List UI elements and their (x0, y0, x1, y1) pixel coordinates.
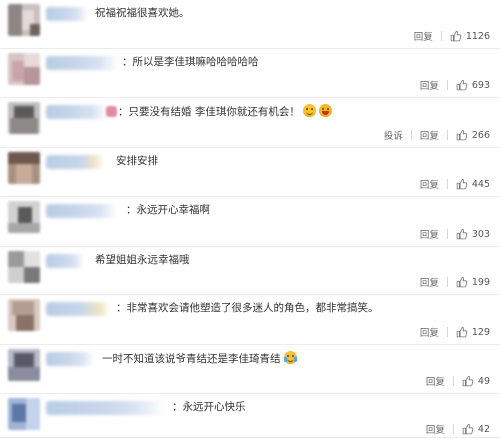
username-blurred[interactable] (46, 401, 164, 415)
divider (440, 31, 442, 41)
comment-text: 一时不知道该说爷青结还是李佳琦青结 (102, 351, 297, 366)
username-blurred[interactable] (46, 254, 84, 268)
reply-button[interactable]: 回复 (426, 374, 445, 388)
comment-actions: 回复 303 (420, 227, 490, 242)
comment-text: 希望姐姐永远幸福哦 (95, 254, 190, 266)
user-badge-icon (106, 106, 117, 117)
username-blurred[interactable] (46, 155, 104, 169)
comment-item: ：永远开心快乐 回复 42 (0, 394, 500, 438)
comment-text: ：只要没有结婚 李佳琪你就还有机会！ (118, 104, 332, 119)
comment-text: 祝福祝福很喜欢她。 (95, 7, 190, 19)
comment-list: 祝福祝福很喜欢她。 回复 1126 ：所以是李佳琪嘛哈哈哈哈哈 回复 693 ：… (0, 0, 500, 438)
username-blurred[interactable] (46, 352, 94, 366)
report-button[interactable]: 投诉 (384, 128, 403, 142)
reply-button[interactable]: 回复 (420, 177, 439, 191)
comment-item: 祝福祝福很喜欢她。 回复 1126 (0, 0, 500, 49)
user-avatar[interactable] (8, 251, 40, 283)
comment-text: ：永远开心幸福啊 (126, 204, 210, 216)
thumbs-up-icon (456, 229, 468, 240)
user-avatar[interactable] (8, 4, 40, 36)
like-button[interactable]: 42 (462, 423, 490, 435)
divider (446, 80, 448, 90)
like-button[interactable]: 1126 (450, 30, 490, 42)
comment-actions: 回复 42 (426, 422, 490, 437)
user-avatar[interactable] (8, 102, 40, 134)
divider (452, 424, 454, 434)
like-button[interactable]: 445 (456, 178, 490, 190)
like-count: 42 (477, 423, 490, 435)
divider (446, 179, 448, 189)
like-count: 1126 (465, 30, 490, 42)
smile-emoji-icon (302, 104, 316, 117)
user-avatar[interactable] (8, 349, 40, 381)
divider (446, 130, 448, 140)
divider (446, 277, 448, 287)
username-blurred[interactable] (46, 105, 108, 119)
thumbs-up-icon (456, 130, 468, 141)
like-count: 303 (471, 228, 490, 240)
user-avatar[interactable] (8, 201, 40, 233)
thumbs-up-icon (450, 31, 462, 42)
comment-actions: 回复 129 (420, 325, 490, 340)
like-count: 266 (471, 129, 490, 141)
reply-button[interactable]: 回复 (420, 227, 439, 241)
thumbs-up-icon (456, 80, 468, 91)
comment-text: 安排安排 (116, 155, 158, 167)
comment-item: 希望姐姐永远幸福哦 回复 199 (0, 247, 500, 295)
like-button[interactable]: 199 (456, 276, 490, 288)
username-blurred[interactable] (46, 204, 118, 218)
comment-text: ：所以是李佳琪嘛哈哈哈哈哈 (122, 56, 259, 68)
comment-text-content: 一时不知道该说爷青结还是李佳琦青结 (102, 353, 281, 365)
reply-button[interactable]: 回复 (420, 78, 439, 92)
like-count: 129 (471, 326, 490, 338)
comment-actions: 回复 1126 (414, 29, 490, 44)
username-blurred[interactable] (46, 7, 88, 21)
like-button[interactable]: 49 (462, 375, 490, 387)
comment-actions: 投诉 回复 266 (384, 128, 490, 143)
comment-actions: 回复 199 (420, 275, 490, 290)
thumbs-up-icon (456, 327, 468, 338)
comment-text: ：永远开心快乐 (172, 401, 246, 413)
laugh-emoji-icon (318, 104, 332, 117)
divider (446, 327, 448, 337)
tears-of-joy-emoji-icon (283, 351, 297, 364)
reply-button[interactable]: 回复 (414, 29, 433, 43)
comment-item: 一时不知道该说爷青结还是李佳琦青结 回复 49 (0, 345, 500, 394)
comment-actions: 回复 49 (426, 374, 490, 389)
comment-item: ：永远开心幸福啊 回复 303 (0, 197, 500, 247)
comment-actions: 回复 693 (420, 78, 490, 93)
username-blurred[interactable] (46, 56, 118, 70)
username-blurred[interactable] (46, 302, 110, 316)
comment-item: ：所以是李佳琪嘛哈哈哈哈哈 回复 693 (0, 49, 500, 98)
thumbs-up-icon (462, 424, 474, 435)
divider (452, 376, 454, 386)
user-avatar[interactable] (8, 152, 40, 184)
like-button[interactable]: 266 (456, 129, 490, 141)
comment-item: 安排安排 回复 445 (0, 148, 500, 197)
comment-text: ：非常喜欢会请他塑造了很多迷人的角色，都非常搞笑。 (116, 302, 379, 314)
divider (446, 229, 448, 239)
reply-button[interactable]: 回复 (420, 325, 439, 339)
like-button[interactable]: 129 (456, 326, 490, 338)
reply-button[interactable]: 回复 (420, 128, 439, 142)
thumbs-up-icon (456, 277, 468, 288)
comment-item: ：只要没有结婚 李佳琪你就还有机会！ 投诉 回复 266 (0, 98, 500, 148)
user-avatar[interactable] (8, 299, 40, 331)
reply-button[interactable]: 回复 (426, 422, 445, 436)
comment-item: ：非常喜欢会请他塑造了很多迷人的角色，都非常搞笑。 回复 129 (0, 295, 500, 345)
like-count: 693 (471, 79, 490, 91)
comment-actions: 回复 445 (420, 177, 490, 192)
like-count: 445 (471, 178, 490, 190)
like-count: 49 (477, 375, 490, 387)
thumbs-up-icon (462, 376, 474, 387)
divider (410, 130, 412, 140)
like-button[interactable]: 303 (456, 228, 490, 240)
like-button[interactable]: 693 (456, 79, 490, 91)
like-count: 199 (471, 276, 490, 288)
reply-button[interactable]: 回复 (420, 275, 439, 289)
user-avatar[interactable] (8, 398, 40, 430)
thumbs-up-icon (456, 179, 468, 190)
comment-text-content: ：只要没有结婚 李佳琪你就还有机会！ (118, 106, 300, 118)
user-avatar[interactable] (8, 53, 40, 85)
